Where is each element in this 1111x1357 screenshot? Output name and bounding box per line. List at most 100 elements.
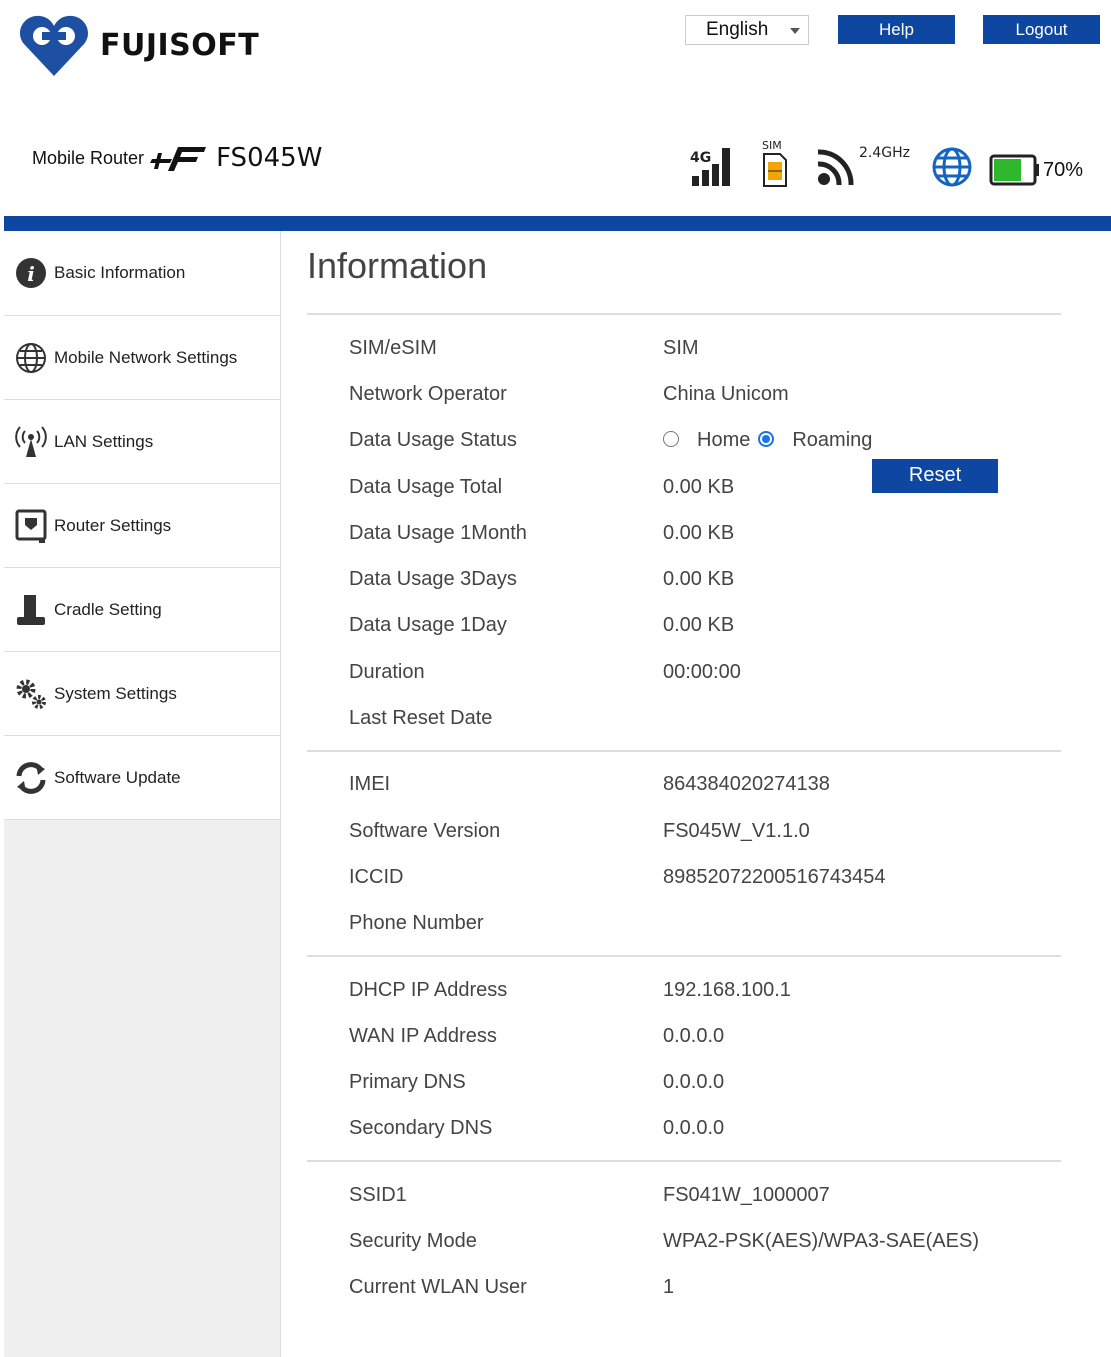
row-value: 0.0.0.0: [663, 1071, 725, 1094]
row-value: FS045W_V1.1.0: [663, 819, 810, 842]
fujisoft-logo-icon: [19, 15, 89, 76]
row-label: Last Reset Date: [349, 707, 493, 730]
language-value: English: [706, 19, 769, 40]
info-row: SIM/eSIM SIM: [307, 325, 1061, 371]
signal-icon: 4G: [690, 146, 740, 193]
main-content: Information SIM/eSIM SIM Network Operator…: [307, 231, 1061, 1319]
usage-total-cell: 0.00 KB Reset: [663, 458, 1061, 499]
sidebar-item-label: Mobile Network Settings: [54, 347, 238, 367]
row-value: China Unicom: [663, 382, 789, 405]
row-value: 0.0.0.0: [663, 1117, 725, 1140]
home-radio[interactable]: [663, 430, 679, 447]
header-divider: [4, 216, 1111, 231]
row-value: 0.0.0.0: [663, 1024, 725, 1047]
roaming-radio[interactable]: [758, 430, 775, 447]
info-row: Data Usage 1Day 0.00 KB: [307, 603, 1061, 649]
row-label: Current WLAN User: [349, 1276, 527, 1299]
gears-icon: [14, 677, 48, 711]
row-value: 00:00:00: [663, 660, 741, 683]
row-label: Software Version: [349, 819, 501, 842]
reset-button[interactable]: Reset: [872, 458, 998, 493]
info-row: Last Reset Date: [307, 695, 1061, 741]
row-label: Security Mode: [349, 1229, 477, 1252]
usage-status-radios: Home Roaming: [663, 429, 1061, 452]
wifi-band: 2.4GHz: [859, 145, 910, 161]
refresh-icon: [14, 761, 48, 795]
page-title: Information: [307, 245, 488, 286]
chevron-down-icon: [790, 28, 800, 34]
row-label: Network Operator: [349, 382, 507, 405]
row-label: ICCID: [349, 865, 404, 888]
row-value: FS041W_1000007: [663, 1183, 830, 1206]
sim-icon: SIM: [760, 138, 790, 193]
sidebar-item-label: Basic Information: [54, 263, 186, 282]
sidebar: i Basic Information Mobile Network Setti…: [4, 231, 281, 1357]
row-value: 1: [663, 1276, 675, 1299]
row-value: 192.168.100.1: [663, 978, 791, 1001]
row-value: 0.00 KB: [663, 475, 735, 498]
info-row: Data Usage Status Home Roaming: [307, 418, 1061, 464]
row-value: 864384020274138: [663, 773, 830, 796]
row-label: IMEI: [349, 773, 391, 796]
sidebar-item-mobile-network-settings[interactable]: Mobile Network Settings: [4, 316, 280, 400]
sidebar-item-software-update[interactable]: Software Update: [4, 736, 280, 820]
info-row: ICCID 89852072200516743454: [307, 854, 1061, 900]
row-label: DHCP IP Address: [349, 978, 508, 1001]
row-value: 0.00 KB: [663, 521, 735, 544]
battery-icon: [989, 154, 1039, 186]
svg-text:i: i: [27, 262, 35, 286]
product-prefix: Mobile Router: [32, 147, 145, 168]
wlan-section: SSID1 FS041W_1000007 Security Mode WPA2-PS…: [307, 1160, 1061, 1319]
row-label: SSID1: [349, 1183, 407, 1206]
row-label: WAN IP Address: [349, 1024, 497, 1047]
home-radio-label[interactable]: Home: [697, 429, 750, 451]
sidebar-item-label: Router Settings: [54, 515, 172, 535]
info-row: Duration 00:00:00: [307, 649, 1061, 695]
info-row: Software Version FS045W_V1.1.0: [307, 808, 1061, 854]
internet-globe-icon: [931, 146, 973, 193]
row-value: SIM: [663, 336, 699, 359]
battery-percent: 70%: [1043, 158, 1084, 181]
language-select[interactable]: English: [685, 15, 809, 45]
info-row: WAN IP Address 0.0.0.0: [307, 1013, 1061, 1059]
info-row: Current WLAN User 1: [307, 1265, 1061, 1311]
row-label: Data Usage 1Month: [349, 521, 527, 544]
row-label: SIM/eSIM: [349, 336, 437, 359]
sidebar-item-basic-information[interactable]: i Basic Information: [4, 231, 280, 316]
row-value: 89852072200516743454: [663, 865, 886, 888]
product-name: Mobile Router FS045W: [32, 143, 322, 173]
roaming-radio-label[interactable]: Roaming: [792, 429, 872, 451]
info-row: Primary DNS 0.0.0.0: [307, 1059, 1061, 1105]
logout-button[interactable]: Logout: [983, 15, 1100, 44]
sidebar-item-label: System Settings: [54, 683, 177, 703]
info-row: Phone Number: [307, 901, 1061, 947]
sim-label: SIM: [762, 139, 782, 152]
info-row: Data Usage 3Days 0.00 KB: [307, 556, 1061, 602]
cradle-icon: [14, 593, 48, 627]
info-row: Secondary DNS 0.0.0.0: [307, 1106, 1061, 1152]
info-row: SSID1 FS041W_1000007: [307, 1172, 1061, 1218]
info-row: IMEI 864384020274138: [307, 762, 1061, 808]
row-label: Secondary DNS: [349, 1117, 493, 1140]
sidebar-item-label: Software Update: [54, 767, 181, 787]
usage-section: SIM/eSIM SIM Network Operator China Unicom…: [307, 313, 1061, 750]
network-section: DHCP IP Address 192.168.100.1 WAN IP Addr…: [307, 954, 1061, 1160]
row-label: Data Usage Status: [349, 429, 517, 452]
sidebar-item-cradle-setting[interactable]: Cradle Setting: [4, 568, 280, 652]
info-row: DHCP IP Address 192.168.100.1: [307, 967, 1061, 1013]
f-brand-icon: [150, 147, 207, 171]
help-button[interactable]: Help: [838, 15, 955, 44]
row-value: 0.00 KB: [663, 568, 735, 591]
battery-indicator: 70%: [989, 154, 1083, 186]
wifi-icon: 2.4GHz: [815, 140, 925, 195]
sidebar-item-label: Cradle Setting: [54, 599, 162, 619]
sidebar-item-lan-settings[interactable]: LAN Settings: [4, 400, 280, 484]
row-value: 0.00 KB: [663, 614, 735, 637]
info-icon: i: [14, 256, 48, 290]
sidebar-item-system-settings[interactable]: System Settings: [4, 652, 280, 736]
device-section: IMEI 864384020274138 Software Version FS04…: [307, 749, 1061, 955]
row-label: Primary DNS: [349, 1071, 466, 1094]
row-label: Data Usage 3Days: [349, 568, 517, 591]
brand-logo: FUJISOFT: [18, 12, 259, 78]
sidebar-item-router-settings[interactable]: Router Settings: [4, 484, 280, 568]
